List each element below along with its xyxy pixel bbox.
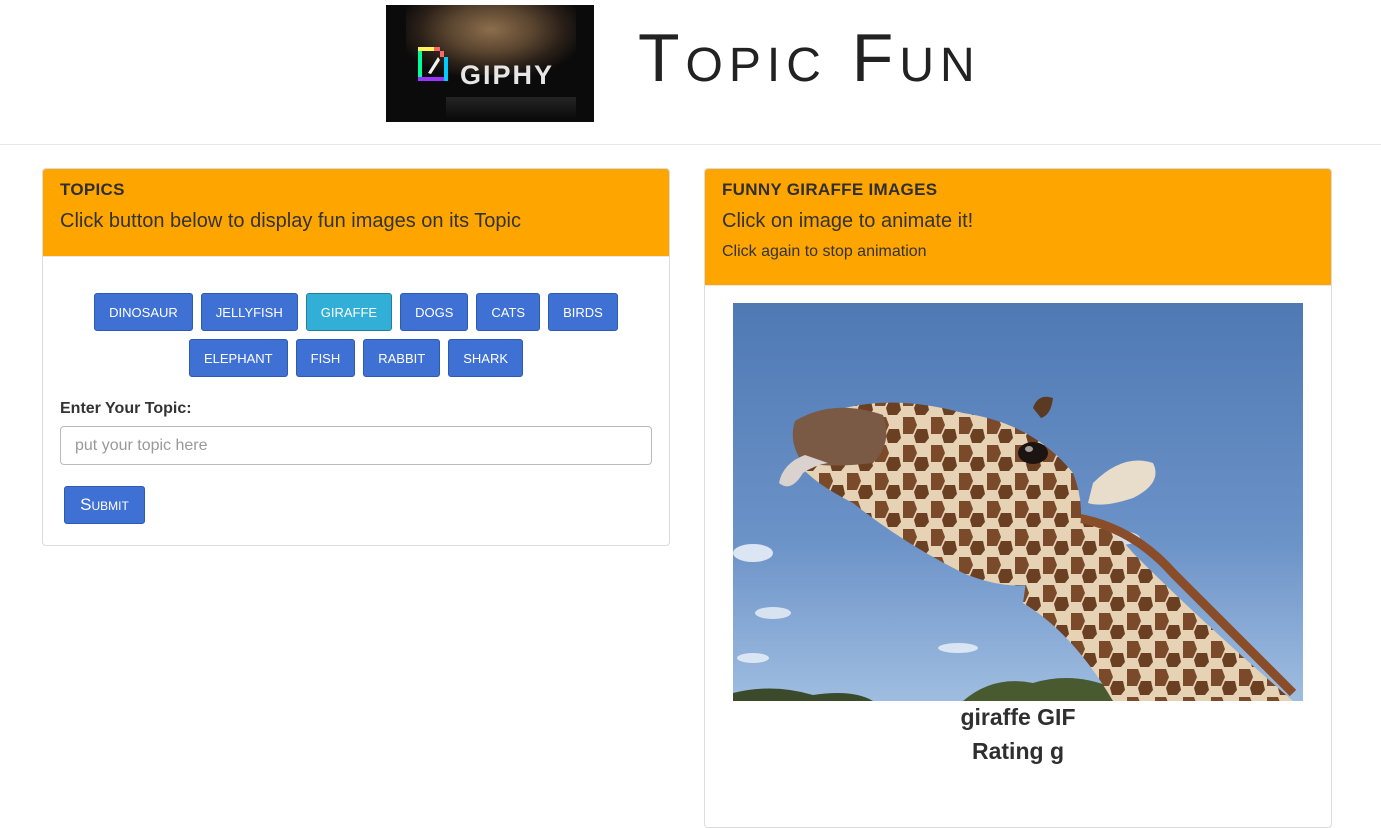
- topic-button-jellyfish[interactable]: JELLYFISH: [200, 293, 298, 331]
- topic-button-giraffe[interactable]: GIRAFFE: [305, 293, 393, 331]
- topics-panel: TOPICS Click button below to display fun…: [42, 168, 670, 546]
- image-title: giraffe GIF: [960, 704, 1076, 730]
- topic-input-label: Enter Your Topic:: [60, 400, 192, 417]
- topic-button-shark[interactable]: SHARK: [448, 339, 524, 377]
- images-panel-note: Click again to stop animation: [722, 243, 927, 260]
- giphy-logo: GIPHY: [386, 5, 594, 122]
- images-panel-heading: FUNNY GIRAFFE IMAGES Click on image to a…: [705, 169, 1331, 286]
- images-panel-subtitle: Click on image to animate it!: [722, 210, 974, 232]
- logo-text: GIPHY: [460, 60, 555, 90]
- topics-panel-heading: TOPICS Click button below to display fun…: [43, 169, 669, 257]
- topic-button-fish[interactable]: FISH: [295, 339, 356, 377]
- topic-button-rabbit[interactable]: RABBIT: [363, 339, 441, 377]
- giphy-logo-icon: [418, 47, 448, 81]
- topic-buttons-row-2: ELEPHANT FISH RABBIT SHARK: [43, 339, 669, 377]
- submit-button[interactable]: Submit: [64, 486, 145, 524]
- image-rating: Rating g: [972, 738, 1064, 764]
- topic-buttons-row-1: DINOSAUR JELLYFISH GIRAFFE DOGS CATS BIR…: [43, 293, 669, 331]
- page-title: Topic Fun: [638, 20, 981, 96]
- logo-reflection: [446, 97, 576, 119]
- images-panel: FUNNY GIRAFFE IMAGES Click on image to a…: [704, 168, 1332, 828]
- topic-button-cats[interactable]: CATS: [476, 293, 541, 331]
- images-panel-title: FUNNY GIRAFFE IMAGES: [722, 180, 938, 199]
- topic-button-dinosaur[interactable]: DINOSAUR: [94, 293, 193, 331]
- topics-panel-subtitle: Click button below to display fun images…: [60, 210, 521, 232]
- page-header: GIPHY Topic Fun: [0, 0, 1381, 145]
- giraffe-gif-image[interactable]: [733, 303, 1303, 701]
- topic-buttons: DINOSAUR JELLYFISH GIRAFFE DOGS CATS BIR…: [43, 293, 669, 385]
- topic-button-dogs[interactable]: DOGS: [400, 293, 469, 331]
- topics-panel-title: TOPICS: [60, 180, 125, 199]
- topic-input[interactable]: [60, 426, 652, 465]
- topic-button-birds[interactable]: BIRDS: [548, 293, 618, 331]
- topic-button-elephant[interactable]: ELEPHANT: [188, 339, 288, 377]
